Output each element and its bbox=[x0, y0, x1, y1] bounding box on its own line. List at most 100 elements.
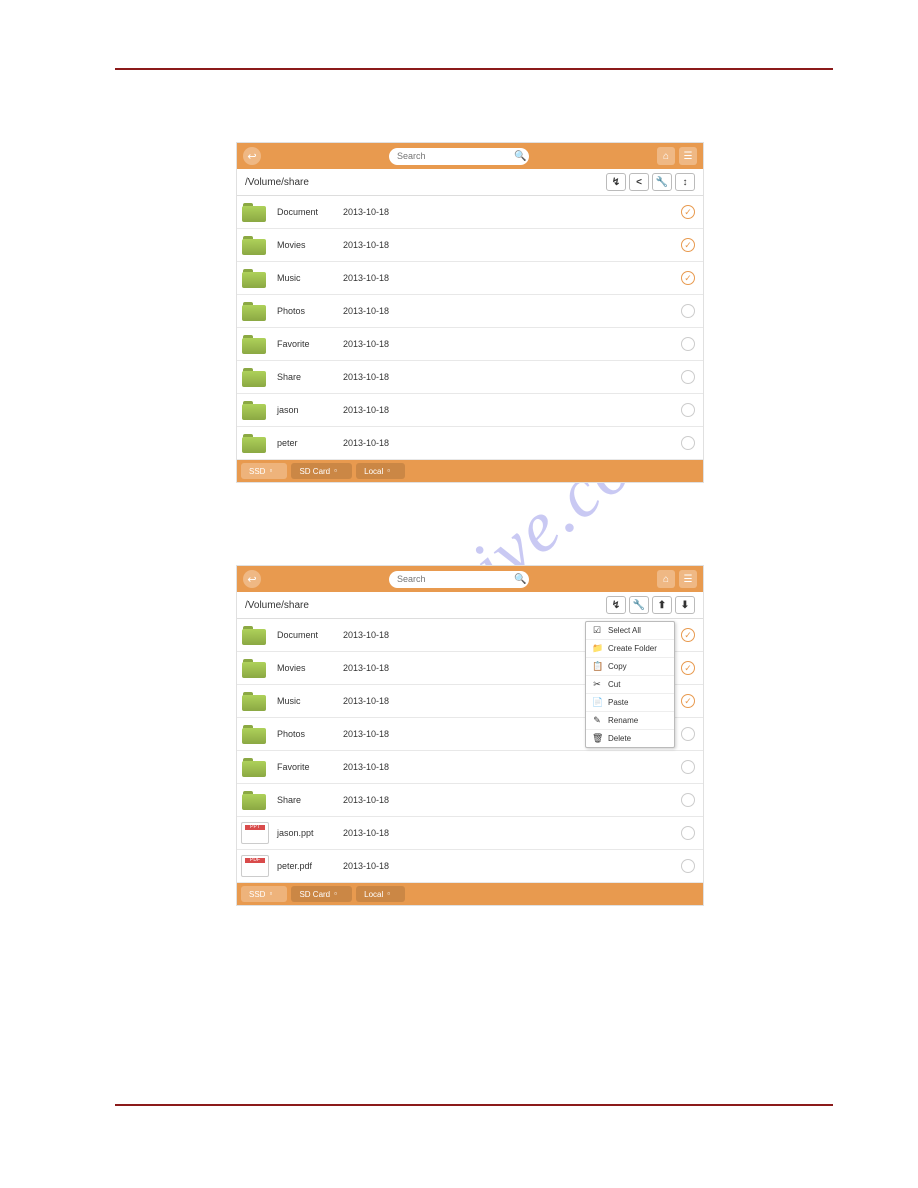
file-name: Photos bbox=[277, 306, 343, 316]
download-button[interactable]: ⬇ bbox=[675, 596, 695, 614]
file-name: Photos bbox=[277, 729, 343, 739]
page-top-rule bbox=[115, 68, 833, 70]
file-row[interactable]: Music2013-10-18 bbox=[237, 262, 703, 295]
select-checkbox[interactable] bbox=[681, 238, 695, 252]
context-menu-item[interactable]: 📋Copy bbox=[586, 658, 674, 676]
share-button[interactable]: < bbox=[629, 173, 649, 191]
file-row[interactable]: Share2013-10-18 bbox=[237, 361, 703, 394]
file-row[interactable]: peter2013-10-18 bbox=[237, 427, 703, 460]
select-checkbox[interactable] bbox=[681, 271, 695, 285]
select-checkbox[interactable] bbox=[681, 760, 695, 774]
select-checkbox[interactable] bbox=[681, 661, 695, 675]
file-date: 2013-10-18 bbox=[343, 795, 389, 805]
select-checkbox[interactable] bbox=[681, 628, 695, 642]
file-browser-screenshot-2: ↩ 🔍 ⌂ ☰ /Volume/share ↯ 🔧 ⬆ ⬇ Document20… bbox=[236, 565, 704, 906]
delete-icon: 🗑 bbox=[592, 733, 602, 744]
file-row[interactable]: Favorite2013-10-18 bbox=[237, 328, 703, 361]
file-name: Share bbox=[277, 795, 343, 805]
folder-icon bbox=[241, 432, 269, 454]
select-checkbox[interactable] bbox=[681, 304, 695, 318]
back-button[interactable]: ↩ bbox=[243, 147, 261, 165]
folder-icon bbox=[241, 624, 269, 646]
file-name: jason.ppt bbox=[277, 828, 343, 838]
tab-ssd[interactable]: SSD▫ bbox=[241, 463, 287, 479]
file-date: 2013-10-18 bbox=[343, 372, 389, 382]
folder-icon bbox=[241, 300, 269, 322]
tab-sdcard[interactable]: SD Card▫ bbox=[291, 463, 352, 479]
file-name: peter bbox=[277, 438, 343, 448]
select-checkbox[interactable] bbox=[681, 403, 695, 417]
folder-icon bbox=[241, 789, 269, 811]
home-icon[interactable]: ⌂ bbox=[657, 147, 675, 165]
file-date: 2013-10-18 bbox=[343, 762, 389, 772]
search-box[interactable]: 🔍 bbox=[389, 571, 529, 588]
tab-local[interactable]: Local▫ bbox=[356, 886, 405, 902]
folder-icon bbox=[241, 657, 269, 679]
refresh-button[interactable]: ↯ bbox=[606, 596, 626, 614]
list-view-icon[interactable]: ☰ bbox=[679, 147, 697, 165]
file-row[interactable]: PPTjason.ppt2013-10-18 bbox=[237, 817, 703, 850]
upload-button[interactable]: ⬆ bbox=[652, 596, 672, 614]
list-view-icon[interactable]: ☰ bbox=[679, 570, 697, 588]
context-menu-item[interactable]: 📁Create Folder bbox=[586, 640, 674, 658]
file-row[interactable]: Favorite2013-10-18 bbox=[237, 751, 703, 784]
file-date: 2013-10-18 bbox=[343, 696, 389, 706]
context-menu-item[interactable]: ☑Select All bbox=[586, 622, 674, 640]
search-input[interactable] bbox=[397, 574, 514, 584]
file-row[interactable]: Share2013-10-18 bbox=[237, 784, 703, 817]
select-checkbox[interactable] bbox=[681, 793, 695, 807]
file-row[interactable]: Movies2013-10-18 bbox=[237, 229, 703, 262]
folder-icon bbox=[241, 333, 269, 355]
cut-icon: ✂ bbox=[592, 679, 602, 690]
back-button[interactable]: ↩ bbox=[243, 570, 261, 588]
select-checkbox[interactable] bbox=[681, 205, 695, 219]
select-checkbox[interactable] bbox=[681, 859, 695, 873]
context-menu-item[interactable]: ✂ Cut bbox=[586, 676, 674, 694]
select-checkbox[interactable] bbox=[681, 694, 695, 708]
file-name: Favorite bbox=[277, 339, 343, 349]
select-checkbox[interactable] bbox=[681, 370, 695, 384]
select-checkbox[interactable] bbox=[681, 337, 695, 351]
search-input[interactable] bbox=[397, 151, 514, 161]
app-header: ↩ 🔍 ⌂ ☰ bbox=[237, 566, 703, 592]
file-date: 2013-10-18 bbox=[343, 729, 389, 739]
tab-ssd[interactable]: SSD▫ bbox=[241, 886, 287, 902]
folder-icon bbox=[241, 267, 269, 289]
home-icon[interactable]: ⌂ bbox=[657, 570, 675, 588]
file-date: 2013-10-18 bbox=[343, 207, 389, 217]
create-folder-icon: 📁 bbox=[592, 643, 602, 654]
file-date: 2013-10-18 bbox=[343, 339, 389, 349]
folder-icon bbox=[241, 690, 269, 712]
file-row[interactable]: jason2013-10-18 bbox=[237, 394, 703, 427]
tools-button[interactable]: 🔧 bbox=[629, 596, 649, 614]
context-menu-label: Paste bbox=[608, 698, 628, 707]
search-icon: 🔍 bbox=[514, 574, 526, 585]
select-checkbox[interactable] bbox=[681, 436, 695, 450]
file-icon: PDF bbox=[241, 855, 269, 877]
file-row[interactable]: Document2013-10-18 bbox=[237, 196, 703, 229]
file-name: Document bbox=[277, 630, 343, 640]
file-name: peter.pdf bbox=[277, 861, 343, 871]
tab-local[interactable]: Local▫ bbox=[356, 463, 405, 479]
file-row[interactable]: PDF peter.pdf2013-10-18 bbox=[237, 850, 703, 883]
file-browser-screenshot-1: ↩ 🔍 ⌂ ☰ /Volume/share ↯ < 🔧 ↕ Document20… bbox=[236, 142, 704, 483]
context-menu-item[interactable]: 🗑Delete bbox=[586, 730, 674, 747]
context-menu-label: Select All bbox=[608, 626, 641, 635]
refresh-button[interactable]: ↯ bbox=[606, 173, 626, 191]
search-box[interactable]: 🔍 bbox=[389, 148, 529, 165]
file-date: 2013-10-18 bbox=[343, 828, 389, 838]
sort-button[interactable]: ↕ bbox=[675, 173, 695, 191]
select-checkbox[interactable] bbox=[681, 826, 695, 840]
tab-sdcard[interactable]: SD Card▫ bbox=[291, 886, 352, 902]
select-checkbox[interactable] bbox=[681, 727, 695, 741]
context-menu-item[interactable]: 📄Paste bbox=[586, 694, 674, 712]
context-menu-label: Cut bbox=[608, 680, 620, 689]
tools-button[interactable]: 🔧 bbox=[652, 173, 672, 191]
file-name: jason bbox=[277, 405, 343, 415]
context-menu-label: Copy bbox=[608, 662, 627, 671]
file-name: Share bbox=[277, 372, 343, 382]
file-date: 2013-10-18 bbox=[343, 861, 389, 871]
storage-tabs: SSD▫ SD Card▫ Local▫ bbox=[237, 460, 703, 482]
file-row[interactable]: Photos2013-10-18 bbox=[237, 295, 703, 328]
context-menu-item[interactable]: ✎Rename bbox=[586, 712, 674, 730]
